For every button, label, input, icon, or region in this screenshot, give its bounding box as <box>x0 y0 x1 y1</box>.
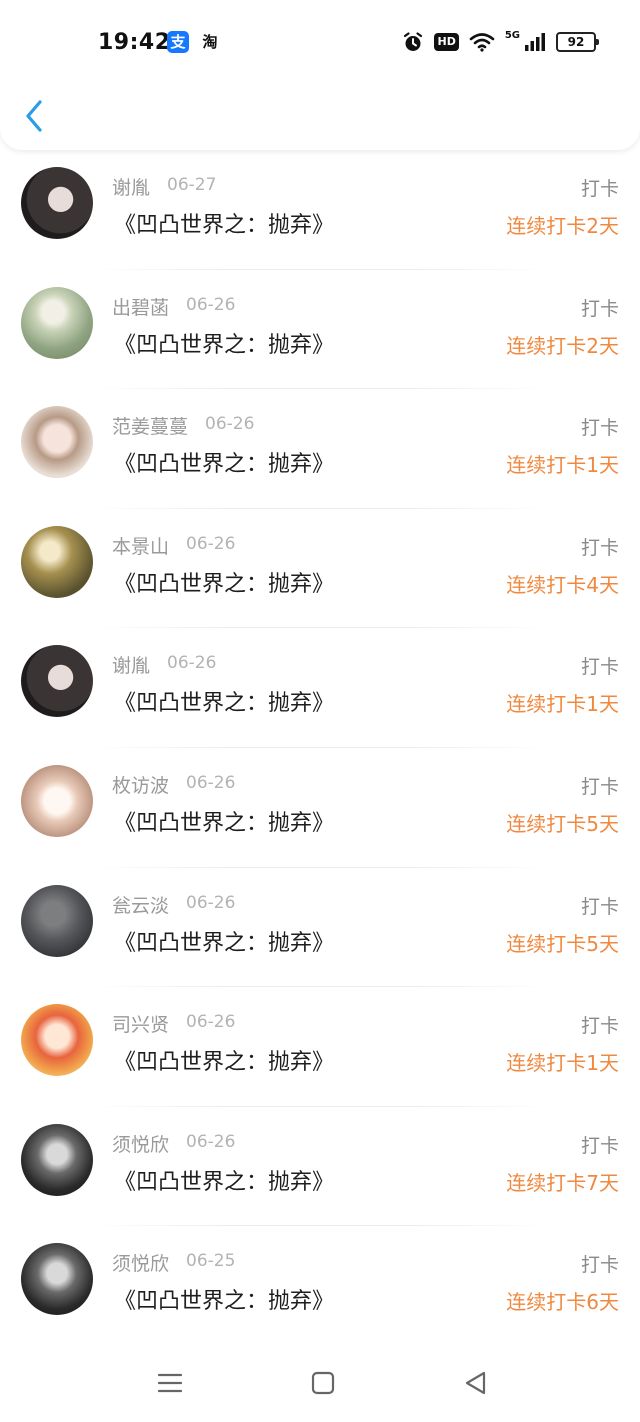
back-triangle-icon <box>465 1371 486 1395</box>
post-date: 06-26 <box>186 1131 236 1152</box>
alarm-icon <box>402 31 424 53</box>
checkin-label: 打卡 <box>580 895 619 918</box>
streak-label: 连续打卡1天 <box>506 453 619 478</box>
alipay-icon: 支 <box>167 31 189 53</box>
avatar[interactable] <box>21 1004 93 1077</box>
checkin-list: 谢胤 06-27 《凹凸世界之：抛弃》 打卡 连续打卡2天 出碧菡 06-26 《凹凸世界之：… <box>0 150 640 1346</box>
checkin-label: 打卡 <box>580 1015 619 1038</box>
streak-label: 连续打卡2天 <box>506 214 619 238</box>
back-button[interactable] <box>20 96 52 136</box>
checkin-label: 打卡 <box>580 775 619 798</box>
list-item[interactable]: 须悦欣 06-25 《凹凸世界之：抛弃》 打卡连续打卡6天 <box>0 1226 640 1346</box>
home-button[interactable] <box>308 1368 338 1398</box>
network-type: 5G <box>504 30 520 41</box>
status-bar: 19:42 支 淘 HD 5G 92 <box>0 0 640 86</box>
checkin-label: 打卡 <box>580 417 619 440</box>
hd-badge: HD <box>434 33 459 51</box>
post-date: 06-26 <box>205 414 255 435</box>
wifi-icon <box>469 32 495 52</box>
post-date: 06-26 <box>186 294 236 315</box>
checkin-label: 打卡 <box>580 656 619 679</box>
post-date: 06-27 <box>167 175 217 195</box>
menu-button[interactable] <box>155 1368 185 1398</box>
user-name[interactable]: 瓮云淡 <box>112 891 169 918</box>
signal-icon <box>524 32 546 52</box>
avatar[interactable] <box>21 764 93 837</box>
user-name[interactable]: 本景山 <box>112 532 169 559</box>
book-title: 《凹凸世界之：抛弃》 <box>114 213 335 238</box>
post-date: 06-26 <box>167 653 217 674</box>
navigation-bar <box>0 1342 640 1422</box>
avatar[interactable] <box>21 1243 93 1316</box>
list-item[interactable]: 范姜蔓蔓 06-26 《凹凸世界之：抛弃》 打卡连续打卡1天 <box>0 389 640 509</box>
checkin-label: 打卡 <box>580 536 619 559</box>
list-item[interactable]: 谢胤 06-26 《凹凸世界之：抛弃》 打卡连续打卡1天 <box>0 628 640 748</box>
post-date: 06-26 <box>186 1012 236 1033</box>
streak-label: 连续打卡5天 <box>506 811 619 836</box>
user-name[interactable]: 谢胤 <box>112 173 150 200</box>
system-back-button[interactable] <box>461 1368 491 1398</box>
streak-label: 连续打卡6天 <box>506 1290 619 1315</box>
header: 19:42 支 淘 HD 5G 92 <box>0 0 640 150</box>
book-title: 《凹凸世界之：抛弃》 <box>114 810 335 836</box>
book-title: 《凹凸世界之：抛弃》 <box>114 332 335 358</box>
streak-label: 连续打卡2天 <box>506 333 619 358</box>
user-name[interactable]: 司兴贤 <box>112 1010 169 1037</box>
book-title: 《凹凸世界之：抛弃》 <box>114 571 335 597</box>
book-title: 《凹凸世界之：抛弃》 <box>114 930 335 956</box>
avatar[interactable] <box>21 645 93 718</box>
home-icon <box>311 1371 335 1395</box>
status-time: 19:42 <box>98 30 171 55</box>
checkin-label: 打卡 <box>580 1254 619 1277</box>
avatar[interactable] <box>21 286 93 359</box>
post-date: 06-26 <box>186 772 236 793</box>
list-item[interactable]: 司兴贤 06-26 《凹凸世界之：抛弃》 打卡连续打卡1天 <box>0 987 640 1107</box>
book-title: 《凹凸世界之：抛弃》 <box>114 1050 335 1076</box>
avatar[interactable] <box>21 884 93 957</box>
post-date: 06-25 <box>186 1251 236 1272</box>
list-item[interactable]: 出碧菡 06-26 《凹凸世界之：抛弃》 打卡连续打卡2天 <box>0 270 640 390</box>
list-item[interactable]: 谢胤 06-27 《凹凸世界之：抛弃》 打卡连续打卡2天 <box>0 150 640 270</box>
streak-label: 连续打卡4天 <box>506 572 619 597</box>
chevron-left-icon <box>26 100 42 132</box>
streak-label: 连续打卡1天 <box>506 1051 619 1076</box>
post-date: 06-26 <box>186 892 236 913</box>
battery-indicator: 92 <box>556 32 599 52</box>
avatar[interactable] <box>21 525 93 598</box>
checkin-label: 打卡 <box>580 178 619 200</box>
list-item[interactable]: 枚访波 06-26 《凹凸世界之：抛弃》 打卡连续打卡5天 <box>0 748 640 868</box>
user-name[interactable]: 枚访波 <box>112 771 169 798</box>
book-title: 《凹凸世界之：抛弃》 <box>114 691 335 717</box>
menu-icon <box>157 1373 183 1393</box>
user-name[interactable]: 出碧菡 <box>112 293 169 320</box>
avatar[interactable] <box>21 1123 93 1196</box>
streak-label: 连续打卡7天 <box>506 1170 619 1195</box>
user-name[interactable]: 谢胤 <box>112 651 150 678</box>
checkin-label: 打卡 <box>580 297 619 320</box>
streak-label: 连续打卡5天 <box>506 931 619 956</box>
user-name[interactable]: 须悦欣 <box>112 1130 169 1157</box>
list-item[interactable]: 本景山 06-26 《凹凸世界之：抛弃》 打卡连续打卡4天 <box>0 509 640 629</box>
post-date: 06-26 <box>186 533 236 554</box>
avatar[interactable] <box>21 406 93 479</box>
streak-label: 连续打卡1天 <box>506 692 619 717</box>
checkin-label: 打卡 <box>580 1134 619 1157</box>
list-item[interactable]: 瓮云淡 06-26 《凹凸世界之：抛弃》 打卡连续打卡5天 <box>0 868 640 988</box>
book-title: 《凹凸世界之：抛弃》 <box>114 1289 335 1315</box>
user-name[interactable]: 范姜蔓蔓 <box>112 412 188 439</box>
list-item[interactable]: 须悦欣 06-26 《凹凸世界之：抛弃》 打卡连续打卡7天 <box>0 1107 640 1227</box>
taobao-icon: 淘 <box>202 33 218 51</box>
status-icons: HD 5G 92 <box>402 29 599 55</box>
book-title: 《凹凸世界之：抛弃》 <box>114 1169 335 1195</box>
avatar[interactable] <box>21 167 93 239</box>
book-title: 《凹凸世界之：抛弃》 <box>114 452 335 478</box>
user-name[interactable]: 须悦欣 <box>112 1249 169 1276</box>
